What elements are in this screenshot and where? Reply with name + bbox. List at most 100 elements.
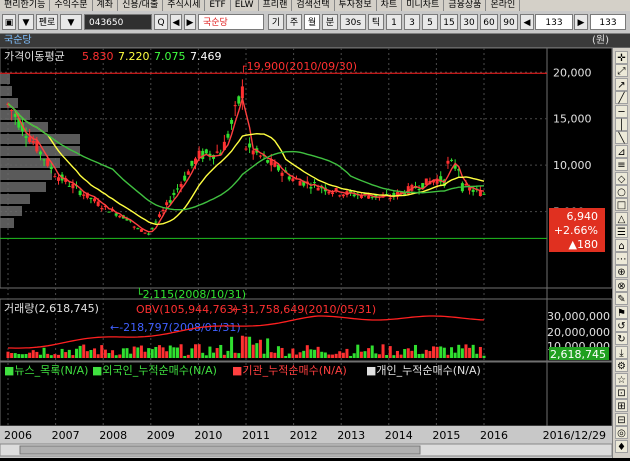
drawing-tool-icon-8[interactable]: ≡ <box>615 158 628 172</box>
menu-item-2[interactable]: 계좌 <box>93 0 119 11</box>
stock-type-dropdown[interactable]: ▼ <box>18 14 34 30</box>
drawing-tool-icon-19[interactable]: ⚑ <box>615 305 628 319</box>
volume-bar <box>424 349 428 358</box>
menu-item-6[interactable]: ELW <box>231 0 259 11</box>
drawing-tool-icon-10[interactable]: ○ <box>615 185 628 198</box>
year-label-3: 2009 <box>147 429 175 442</box>
period-button-3[interactable]: 분 <box>322 14 338 30</box>
period-button-4[interactable]: 30s <box>340 14 366 30</box>
drawing-tool-icon-5[interactable]: │ <box>615 118 628 131</box>
compare-icon[interactable]: ▶ <box>184 14 196 30</box>
current-price: 6,940 <box>567 210 599 223</box>
code-dropdown-icon[interactable]: ▼ <box>60 14 82 30</box>
volume-bar <box>442 347 446 358</box>
volume-bar <box>280 347 284 358</box>
candle-body <box>215 151 219 153</box>
period-button-12[interactable]: 90 <box>500 14 518 30</box>
drawing-tool-icon-15[interactable]: ⋯ <box>615 252 628 265</box>
drawing-tool-icon-13[interactable]: ☰ <box>615 225 628 239</box>
menu-item-8[interactable]: 검색선택 <box>292 0 335 11</box>
drawing-tool-icon-16[interactable]: ⊕ <box>615 265 628 279</box>
volume-bar <box>143 351 147 358</box>
search-icon[interactable]: Q <box>154 14 168 30</box>
period-button-1[interactable]: 주 <box>286 14 302 30</box>
candle-body <box>150 227 154 229</box>
menu-item-9[interactable]: 투자정보 <box>335 0 377 11</box>
year-label-5: 2011 <box>242 429 270 442</box>
drawing-tool-icon-22[interactable]: ⤓ <box>615 345 628 359</box>
volume-bar <box>377 354 381 358</box>
menu-item-10[interactable]: 차트 <box>377 0 403 11</box>
period-button-9[interactable]: 15 <box>440 14 458 30</box>
count-up-icon[interactable]: ▶ <box>574 14 588 30</box>
period-button-11[interactable]: 60 <box>480 14 498 30</box>
period-button-0[interactable]: 기 <box>268 14 284 30</box>
menu-item-0[interactable]: 편리한기능 <box>0 0 51 11</box>
candle-body <box>107 211 111 213</box>
period-button-2[interactable]: 월 <box>304 14 320 30</box>
candle-body <box>273 162 277 167</box>
drawing-tool-icon-25[interactable]: ⊡ <box>615 386 628 399</box>
stock-code-input[interactable]: 043650 <box>84 14 152 30</box>
drawing-tool-icon-7[interactable]: ⊿ <box>615 144 628 158</box>
drawing-tool-icon-28[interactable]: ◎ <box>615 426 628 440</box>
menu-item-4[interactable]: 주식시세 <box>163 0 206 11</box>
period-button-5[interactable]: 틱 <box>368 14 384 30</box>
ma-value-1: 7.220 <box>118 50 150 63</box>
period-button-7[interactable]: 3 <box>404 14 420 30</box>
drawing-tool-icon-23[interactable]: ⚙ <box>615 359 628 373</box>
drawing-tool-icon-21[interactable]: ↻ <box>615 332 628 346</box>
menu-item-12[interactable]: 금융상품 <box>444 0 487 11</box>
volume-bar <box>125 348 129 358</box>
drawing-tool-icon-3[interactable]: ╱ <box>615 91 628 105</box>
chart-area[interactable]: 20,00015,00010,0005,000가격이동평균5.8307.2207… <box>0 47 613 458</box>
drawing-tool-icon-1[interactable]: ⤢ <box>615 64 628 78</box>
stock-name-field[interactable]: 국순당 <box>198 14 264 30</box>
menu-item-5[interactable]: ETF <box>205 0 231 11</box>
drawing-tool-icon-11[interactable]: □ <box>615 198 628 212</box>
count-down-icon[interactable]: ◀ <box>520 14 534 30</box>
drawing-tool-icon-9[interactable]: ◇ <box>615 171 628 185</box>
drawing-tool-icon-6[interactable]: ╲ <box>615 131 628 145</box>
lock-icon[interactable]: ▣ <box>2 14 16 30</box>
candle-body <box>186 171 190 175</box>
period-button-10[interactable]: 30 <box>460 14 478 30</box>
drawing-tool-icon-12[interactable]: △ <box>615 211 628 225</box>
prev-stock-icon[interactable]: ◀ <box>170 14 182 30</box>
period-button-8[interactable]: 5 <box>422 14 438 30</box>
search-type-button[interactable]: 펜로 <box>36 14 58 30</box>
menu-item-13[interactable]: 온라인 <box>486 0 521 11</box>
drawing-tool-icon-18[interactable]: ✎ <box>615 292 628 306</box>
menu-item-3[interactable]: 신용/대출 <box>118 0 164 11</box>
candle-body <box>450 159 454 161</box>
drawing-tool-icon-20[interactable]: ↺ <box>615 319 628 332</box>
drawing-tool-icon-14[interactable]: ⌂ <box>615 238 628 252</box>
menu-item-7[interactable]: 프리랜 <box>259 0 293 11</box>
volume-bar <box>298 352 302 358</box>
menu-item-11[interactable]: 미니차트 <box>402 0 445 11</box>
volume-profile-bar <box>0 182 46 192</box>
drawing-tool-icon-24[interactable]: ☆ <box>615 372 628 386</box>
drawing-tool-icon-4[interactable]: ─ <box>615 104 628 118</box>
drawing-tool-icon-27[interactable]: ⊟ <box>615 412 628 426</box>
volume-bar <box>154 346 158 358</box>
volume-bar <box>435 346 439 358</box>
volume-bar <box>233 352 237 358</box>
flow-label-2: ■기관_누적순매수(N/A) <box>232 364 347 377</box>
count-input[interactable]: 133 <box>535 14 573 30</box>
count-input-2[interactable]: 133 <box>590 14 626 30</box>
candle-body <box>251 150 255 155</box>
drawing-tool-icon-0[interactable]: ✛ <box>615 51 628 64</box>
drawing-tool-icon-17[interactable]: ⊗ <box>615 278 628 292</box>
drawing-tool-icon-2[interactable]: ↗ <box>615 77 628 91</box>
volume-bar <box>89 349 93 358</box>
volume-bar <box>276 346 280 358</box>
candle-body <box>172 192 176 195</box>
drawing-tool-icon-29[interactable]: ♦ <box>615 439 628 453</box>
period-button-6[interactable]: 1 <box>386 14 402 30</box>
drawing-tool-icon-26[interactable]: ⊞ <box>615 399 628 413</box>
volume-bar <box>349 355 353 358</box>
stock-chart[interactable]: 20,00015,00010,0005,000가격이동평균5.8307.2207… <box>0 47 613 458</box>
volume-bar <box>60 348 64 358</box>
menu-item-1[interactable]: 수익수분 <box>50 0 93 11</box>
